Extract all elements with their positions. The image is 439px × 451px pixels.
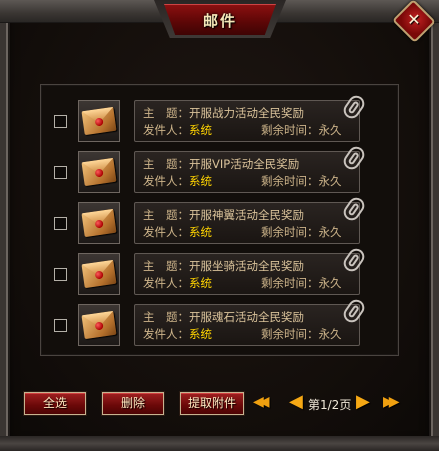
mail-item[interactable]: 主 题：开服神翼活动全民奖励 发件人：系统 剩余时间：永久 bbox=[48, 194, 368, 248]
sender-label: 发件人： bbox=[143, 276, 189, 290]
next-page-icon[interactable]: ▶ bbox=[356, 391, 370, 412]
mail-info[interactable]: 主 题：开服战力活动全民奖励 发件人：系统 剩余时间：永久 bbox=[134, 100, 360, 142]
mail-sender: 系统 bbox=[189, 123, 212, 137]
envelope-icon bbox=[81, 208, 117, 238]
mail-item[interactable]: 主 题：开服VIP活动全民奖励 发件人：系统 剩余时间：永久 bbox=[48, 143, 368, 197]
envelope-slot[interactable] bbox=[78, 151, 120, 193]
mail-info[interactable]: 主 题：开服VIP活动全民奖励 发件人：系统 剩余时间：永久 bbox=[134, 151, 360, 193]
envelope-icon bbox=[81, 157, 117, 187]
mail-remaining: 永久 bbox=[318, 123, 342, 137]
sender-label: 发件人： bbox=[143, 225, 189, 239]
subject-label: 主 题： bbox=[143, 310, 189, 324]
sender-label: 发件人： bbox=[143, 327, 189, 341]
remaining-label: 剩余时间： bbox=[261, 276, 319, 290]
subject-label: 主 题： bbox=[143, 106, 189, 120]
mail-subject: 开服神翼活动全民奖励 bbox=[189, 208, 304, 222]
mail-info[interactable]: 主 题：开服神翼活动全民奖励 发件人：系统 剩余时间：永久 bbox=[134, 202, 360, 244]
mail-subject: 开服坐骑活动全民奖励 bbox=[189, 259, 304, 273]
window-title: 邮件 bbox=[202, 12, 237, 30]
mail-sender: 系统 bbox=[189, 327, 212, 341]
mail-info[interactable]: 主 题：开服魂石活动全民奖励 发件人：系统 剩余时间：永久 bbox=[134, 304, 360, 346]
mail-checkbox[interactable] bbox=[54, 115, 67, 128]
close-icon[interactable]: ✕ bbox=[398, 6, 430, 36]
subject-label: 主 题： bbox=[143, 208, 189, 222]
subject-label: 主 题： bbox=[143, 259, 189, 273]
envelope-icon bbox=[81, 310, 117, 340]
mail-checkbox[interactable] bbox=[54, 217, 67, 230]
envelope-slot[interactable] bbox=[78, 100, 120, 142]
mail-item[interactable]: 主 题：开服坐骑活动全民奖励 发件人：系统 剩余时间：永久 bbox=[48, 245, 368, 299]
envelope-slot[interactable] bbox=[78, 202, 120, 244]
sender-label: 发件人： bbox=[143, 123, 189, 137]
subject-label: 主 题： bbox=[143, 157, 189, 171]
select-all-button[interactable]: 全选 bbox=[24, 392, 86, 415]
envelope-icon bbox=[81, 106, 117, 136]
mail-sender: 系统 bbox=[189, 174, 212, 188]
delete-button[interactable]: 删除 bbox=[102, 392, 164, 415]
mail-remaining: 永久 bbox=[318, 225, 342, 239]
remaining-label: 剩余时间： bbox=[261, 327, 319, 341]
extract-attachments-button[interactable]: 提取附件 bbox=[180, 392, 244, 415]
window-bottom-edge bbox=[0, 436, 439, 451]
remaining-label: 剩余时间： bbox=[261, 174, 319, 188]
mail-sender: 系统 bbox=[189, 225, 212, 239]
page-indicator: 第1/2页 bbox=[308, 398, 352, 412]
mail-remaining: 永久 bbox=[318, 174, 342, 188]
envelope-slot[interactable] bbox=[78, 304, 120, 346]
last-page-icon[interactable]: ▶▶ bbox=[383, 394, 399, 410]
mail-remaining: 永久 bbox=[318, 327, 342, 341]
mail-checkbox[interactable] bbox=[54, 268, 67, 281]
envelope-slot[interactable] bbox=[78, 253, 120, 295]
mail-sender: 系统 bbox=[189, 276, 212, 290]
mail-subject: 开服战力活动全民奖励 bbox=[189, 106, 304, 120]
mail-item[interactable]: 主 题：开服战力活动全民奖励 发件人：系统 剩余时间：永久 bbox=[48, 92, 368, 146]
first-page-icon[interactable]: ◀◀ bbox=[253, 394, 269, 410]
sender-label: 发件人： bbox=[143, 174, 189, 188]
remaining-label: 剩余时间： bbox=[261, 123, 319, 137]
remaining-label: 剩余时间： bbox=[261, 225, 319, 239]
prev-page-icon[interactable]: ◀ bbox=[289, 391, 303, 412]
mail-item[interactable]: 主 题：开服魂石活动全民奖励 发件人：系统 剩余时间：永久 bbox=[48, 296, 368, 350]
mail-subject: 开服魂石活动全民奖励 bbox=[189, 310, 304, 324]
mail-checkbox[interactable] bbox=[54, 319, 67, 332]
mail-remaining: 永久 bbox=[318, 276, 342, 290]
mail-info[interactable]: 主 题：开服坐骑活动全民奖励 发件人：系统 剩余时间：永久 bbox=[134, 253, 360, 295]
mail-checkbox[interactable] bbox=[54, 166, 67, 179]
mail-subject: 开服VIP活动全民奖励 bbox=[189, 157, 300, 171]
envelope-icon bbox=[81, 259, 117, 289]
